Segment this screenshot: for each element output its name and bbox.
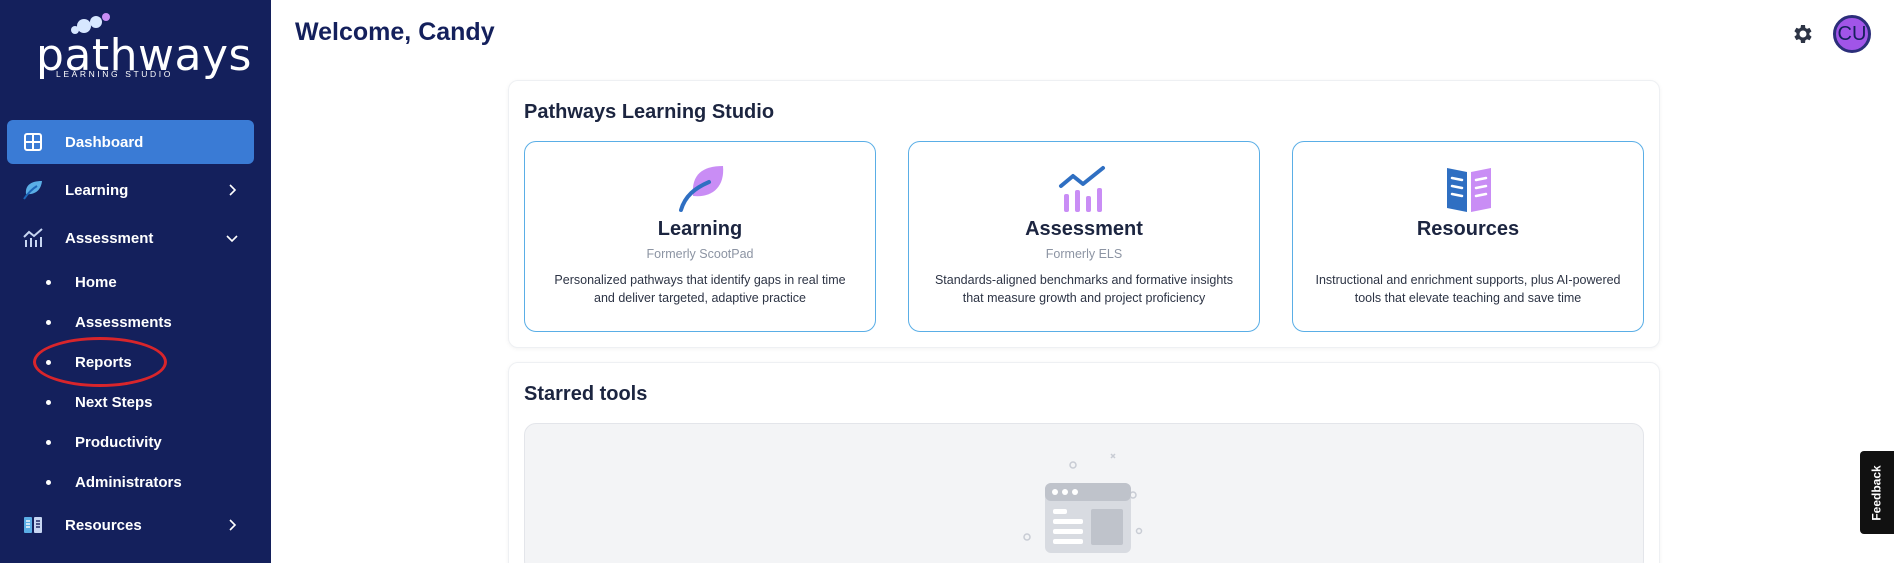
leaf-icon bbox=[679, 166, 724, 212]
tile-description: Standards-aligned benchmarks and formati… bbox=[934, 273, 1234, 305]
feedback-label: Feedback bbox=[1870, 464, 1885, 521]
book-icon bbox=[1447, 168, 1491, 212]
page-title: Welcome, Candy bbox=[295, 18, 495, 46]
sidebar-item-learning[interactable]: Learning bbox=[7, 168, 254, 212]
pathways-logo[interactable]: pathways LEARNING STUDIO bbox=[36, 12, 251, 84]
avatar[interactable]: CU bbox=[1833, 15, 1871, 53]
sidebar-subitem-assessments[interactable]: Assessments bbox=[46, 308, 172, 336]
sidebar-item-label: Learning bbox=[65, 181, 129, 199]
sidebar: pathways LEARNING STUDIO Dashboard Learn… bbox=[0, 0, 271, 563]
feedback-tab[interactable]: Feedback bbox=[1860, 451, 1894, 534]
bullet-icon bbox=[46, 279, 51, 285]
sidebar-subitem-administrators[interactable]: Administrators bbox=[46, 468, 182, 496]
subitem-label: Assessments bbox=[75, 313, 172, 331]
chevron-down-icon bbox=[222, 228, 242, 248]
avatar-initials: CU bbox=[1837, 22, 1867, 45]
chevron-right-icon bbox=[222, 180, 242, 200]
leaf-icon bbox=[21, 178, 45, 202]
sidebar-item-assessment[interactable]: Assessment bbox=[7, 216, 254, 260]
sidebar-item-label: Resources bbox=[65, 516, 142, 534]
dashboard-grid-icon bbox=[21, 130, 45, 154]
browser-window-icon bbox=[1023, 453, 1143, 553]
studio-title: Pathways Learning Studio bbox=[524, 101, 775, 123]
tile-title: Resources bbox=[1416, 218, 1520, 240]
bullet-icon bbox=[46, 319, 51, 325]
subitem-label: Next Steps bbox=[75, 393, 153, 411]
starred-tools-title: Starred tools bbox=[524, 383, 648, 405]
tile-subtitle: Formerly ELS bbox=[1045, 247, 1123, 261]
tile-title: Learning bbox=[657, 218, 743, 240]
sidebar-item-dashboard[interactable]: Dashboard bbox=[7, 120, 254, 164]
tile-subtitle: Formerly ScootPad bbox=[646, 247, 754, 261]
sidebar-item-label: Assessment bbox=[65, 229, 154, 247]
chart-icon bbox=[1059, 166, 1105, 212]
subitem-label: Productivity bbox=[75, 433, 162, 451]
resources-tile[interactable]: Resources Instructional and enrichment s… bbox=[1292, 141, 1644, 332]
chart-icon bbox=[21, 226, 45, 250]
bullet-icon bbox=[46, 439, 51, 445]
bullet-icon bbox=[46, 479, 51, 485]
starred-tools-empty-state bbox=[524, 423, 1644, 563]
annotation-circle bbox=[33, 337, 167, 387]
sidebar-item-resources[interactable]: Resources bbox=[7, 503, 254, 547]
bullet-icon bbox=[46, 399, 51, 405]
logo-subtitle: LEARNING STUDIO bbox=[56, 69, 173, 79]
chevron-right-icon bbox=[222, 515, 242, 535]
tile-description: Personalized pathways that identify gaps… bbox=[554, 273, 846, 305]
assessment-tile[interactable]: Assessment Formerly ELS Standards-aligne… bbox=[908, 141, 1260, 332]
subitem-label: Administrators bbox=[75, 473, 182, 491]
tile-title: Assessment bbox=[1025, 218, 1143, 240]
sidebar-subitem-home[interactable]: Home bbox=[46, 268, 117, 296]
book-icon bbox=[21, 513, 45, 537]
tile-description: Instructional and enrichment supports, p… bbox=[1315, 273, 1621, 305]
sidebar-item-label: Dashboard bbox=[65, 133, 144, 151]
gear-icon[interactable] bbox=[1790, 22, 1814, 46]
sidebar-subitem-next-steps[interactable]: Next Steps bbox=[46, 388, 153, 416]
learning-tile[interactable]: Learning Formerly ScootPad Personalized … bbox=[524, 141, 876, 332]
sidebar-subitem-productivity[interactable]: Productivity bbox=[46, 428, 162, 456]
subitem-label: Home bbox=[75, 273, 117, 291]
